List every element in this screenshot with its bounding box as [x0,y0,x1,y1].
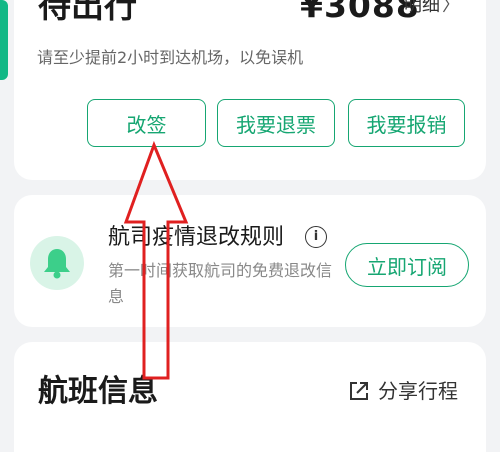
info-icon[interactable]: i [305,226,327,248]
share-itinerary-link[interactable]: 分享行程 [378,377,458,405]
status-accent-bar [0,0,8,80]
chevron-right-icon: 〉 [442,0,460,16]
boarding-hint: 请至少提前2小时到达机场，以免误机 [37,48,304,67]
share-icon[interactable] [348,380,370,402]
policy-description: 第一时间获取航司的免费退改信息 [108,261,333,306]
refund-button[interactable]: 我要退票 [217,99,335,147]
change-ticket-button[interactable]: 改签 [87,99,206,147]
order-price: ¥3088 [300,0,420,25]
price-detail-link[interactable]: 明细〉 [404,0,460,18]
trip-status-title: 待出行 [38,0,137,25]
bell-icon [30,236,84,290]
flight-info-title: 航班信息 [38,374,158,409]
subscribe-button[interactable]: 立即订阅 [345,243,469,287]
policy-title: 航司疫情退改规则 [108,225,285,250]
reimburse-button[interactable]: 我要报销 [348,99,465,147]
price-detail-label: 明细 [404,0,440,16]
